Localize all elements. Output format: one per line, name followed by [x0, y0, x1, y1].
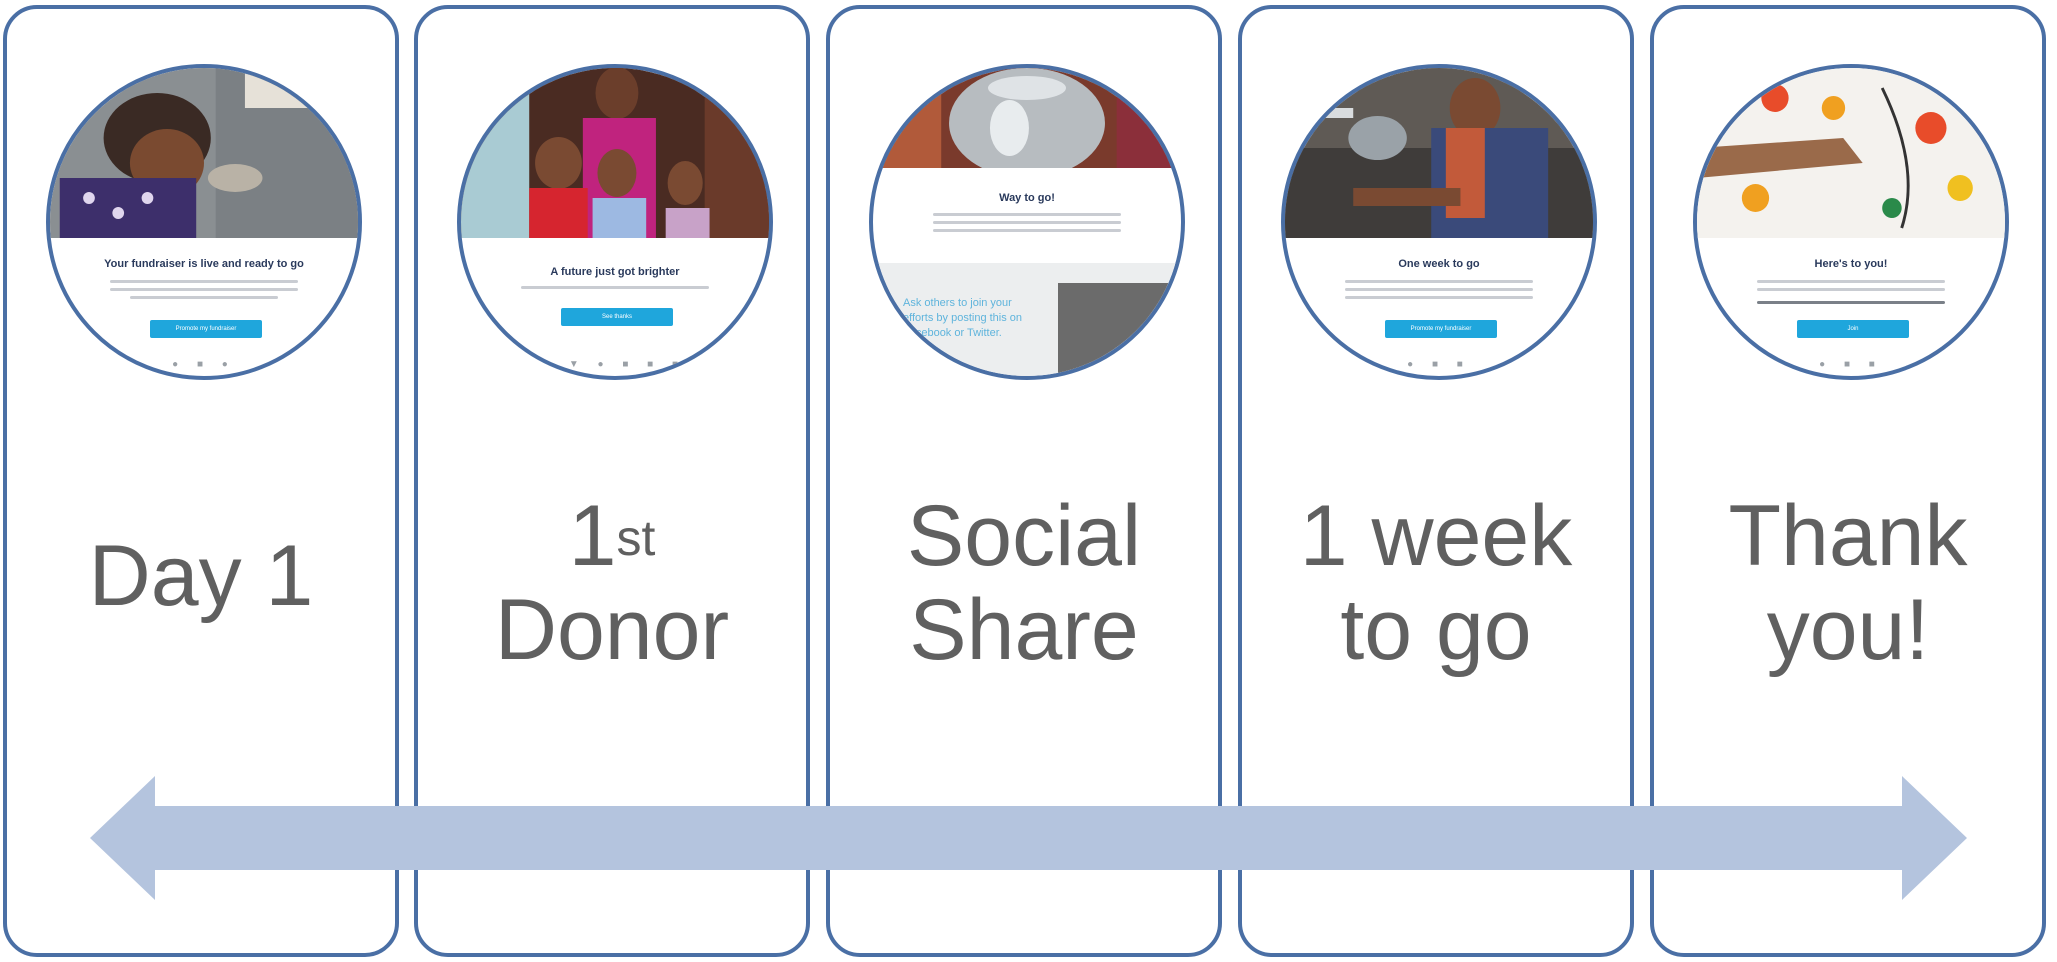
timeline-double-arrow [90, 776, 1967, 900]
double-arrow-shape [90, 776, 1967, 900]
